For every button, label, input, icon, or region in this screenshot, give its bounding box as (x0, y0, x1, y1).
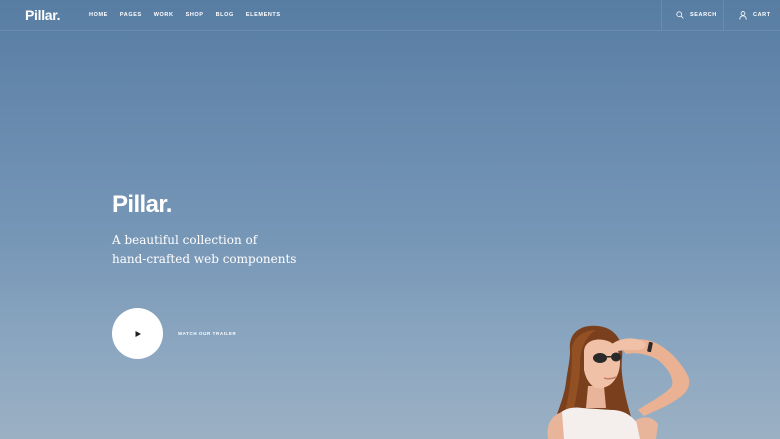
cart-label: CART (753, 12, 771, 18)
search-icon (676, 11, 684, 19)
brand-logo[interactable]: Pillar. (25, 7, 61, 23)
nav-item-elements[interactable]: ELEMENTS (246, 12, 281, 18)
main-nav: HOME PAGES WORK SHOP BLOG ELEMENTS (89, 12, 281, 18)
search-label: SEARCH (690, 12, 717, 18)
play-icon (135, 330, 141, 337)
nav-item-shop[interactable]: SHOP (186, 12, 204, 18)
nav-item-blog[interactable]: BLOG (216, 12, 234, 18)
hero-title: Pillar. (112, 191, 172, 218)
hero-subtitle-line-2: hand-crafted web components (112, 252, 297, 266)
hero-subtitle-line-1: A beautiful collection of (112, 233, 258, 247)
search-button[interactable]: SEARCH (661, 0, 723, 30)
top-navigation-bar: Pillar. HOME PAGES WORK SHOP BLOG ELEMEN… (0, 0, 780, 31)
user-icon (739, 10, 747, 20)
watch-trailer-link[interactable]: WATCH OUR TRAILER (178, 331, 236, 336)
cart-button[interactable]: CART (723, 0, 780, 30)
woman-shading-eyes-photo (547, 325, 690, 439)
play-trailer-button[interactable] (112, 308, 163, 359)
nav-item-work[interactable]: WORK (154, 12, 174, 18)
hero-subtitle: A beautiful collection of hand-crafted w… (112, 231, 352, 269)
nav-item-pages[interactable]: PAGES (120, 12, 142, 18)
nav-item-home[interactable]: HOME (89, 12, 108, 18)
